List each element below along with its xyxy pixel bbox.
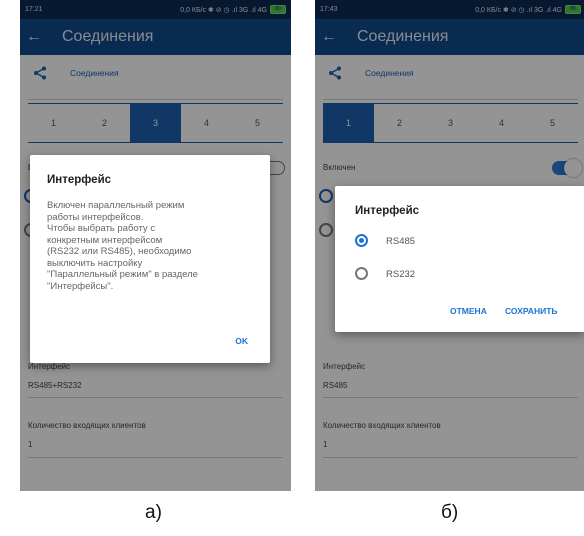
option-rs232-label[interactable]: RS232: [386, 269, 415, 280]
dialog-title: Интерфейс: [355, 205, 420, 217]
interface-info-dialog: Интерфейс Включен параллельный режим раб…: [30, 155, 270, 363]
dialog-message: Включен параллельный режим работы интерф…: [47, 200, 198, 292]
caption-b: б): [441, 502, 459, 523]
ok-button[interactable]: OK: [235, 336, 248, 346]
dialog-title: Интерфейс: [47, 174, 112, 186]
radio-rs485[interactable]: [355, 234, 368, 247]
caption-a: а): [145, 502, 162, 523]
radio-rs232[interactable]: [355, 267, 368, 280]
phone-screen-b: 17:43 0,0 КБ/с ✱ ⊘ ◷ .ıl 3G .ıl 4G 80 ← …: [315, 0, 584, 491]
interface-select-dialog: Интерфейс RS485 RS232 ОТМЕНА СОХРАНИТЬ: [335, 186, 584, 332]
cancel-button[interactable]: ОТМЕНА: [450, 306, 487, 316]
save-button[interactable]: СОХРАНИТЬ: [505, 306, 558, 316]
phone-screen-a: 17:21 0,0 КБ/с ✱ ⊘ ◷ .ıl 3G .ıl 4G 80 ← …: [20, 0, 291, 491]
option-rs485-label[interactable]: RS485: [386, 236, 415, 247]
